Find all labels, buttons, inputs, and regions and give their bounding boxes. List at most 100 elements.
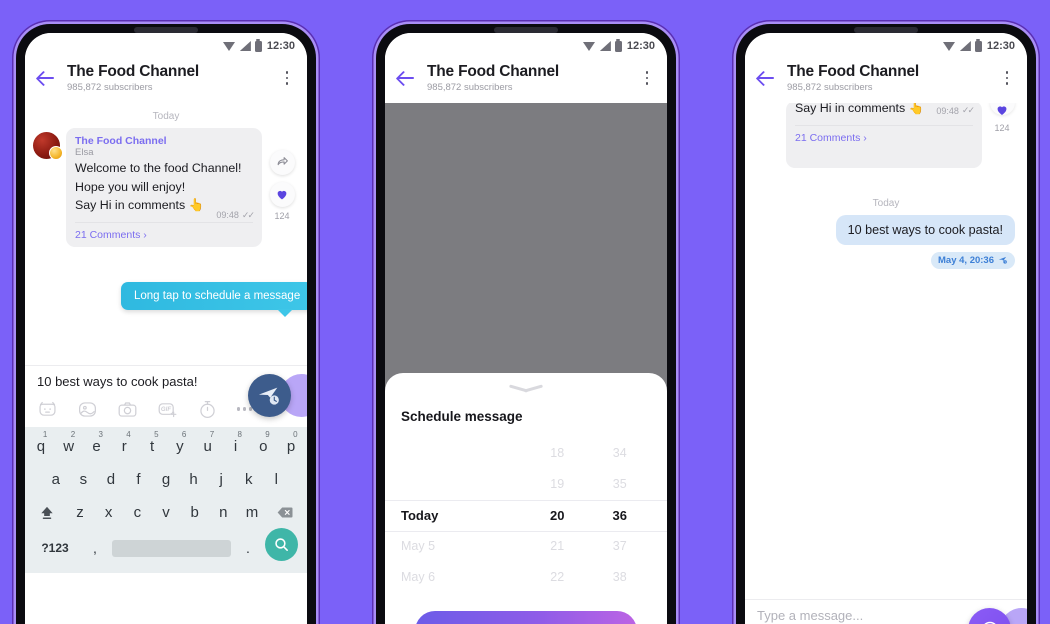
key-w[interactable]: 2w	[56, 430, 82, 459]
message-input-bar: 10 best ways to cook pasta! GIF	[25, 365, 307, 427]
heart-count: 124	[274, 211, 290, 221]
picker-minute-34[interactable]: 34	[589, 438, 652, 469]
symbols-key[interactable]: ?123	[32, 541, 78, 555]
picker-column-hour[interactable]: 18 19 20 21 22	[526, 438, 589, 593]
key-t[interactable]: 5t	[139, 430, 165, 459]
bubble-channel-name: The Food Channel	[75, 135, 167, 147]
phone-notch	[494, 27, 558, 33]
backspace-key-icon[interactable]	[267, 499, 302, 525]
gif-icon[interactable]: GIF	[157, 399, 178, 420]
app-header: The Food Channel 985,872 subscribers	[745, 59, 1027, 103]
picker-hour-20[interactable]: 20	[526, 500, 589, 531]
send-with-clock-icon[interactable]	[248, 374, 291, 417]
picker-hour-18[interactable]: 18	[526, 438, 589, 469]
phone-2-screen: 12:30 The Food Channel 985,872 subscribe…	[385, 33, 667, 624]
phone-notch	[854, 27, 918, 33]
key-m[interactable]: m	[239, 499, 266, 525]
key-number-8: 8	[237, 430, 242, 439]
key-v[interactable]: v	[153, 499, 180, 525]
back-arrow-icon[interactable]	[395, 67, 417, 89]
picker-date-blank[interactable]	[401, 438, 526, 469]
date-time-picker[interactable]: Today May 5 May 6 18 19 20 21 22 34 35 36 37 38	[385, 438, 667, 611]
more-options-icon[interactable]	[237, 407, 253, 411]
camera-icon[interactable]	[117, 399, 138, 420]
key-o[interactable]: 9o	[250, 430, 276, 459]
picker-column-minute[interactable]: 34 35 36 37 38	[589, 438, 652, 593]
search-key-icon[interactable]	[265, 528, 298, 561]
key-n[interactable]: n	[210, 499, 237, 525]
key-s[interactable]: s	[71, 466, 97, 492]
key-a[interactable]: a	[43, 466, 69, 492]
comma-key[interactable]: ,	[78, 540, 112, 556]
key-e[interactable]: 3e	[84, 430, 110, 459]
chat-body: Say Hi in comments 👆 09:48 ✓✓ 21 Comment…	[745, 103, 1027, 599]
key-i[interactable]: 8i	[223, 430, 249, 459]
key-h[interactable]: h	[181, 466, 207, 492]
keyboard-row-4: ?123 , .	[28, 528, 304, 561]
incoming-bubble[interactable]: The Food Channel Elsa Welcome to the foo…	[66, 128, 262, 247]
picker-hour-21[interactable]: 21	[526, 531, 589, 562]
confirm-schedule-button[interactable]: Send today, 20:36	[415, 611, 637, 624]
bubble-text-line-2: Hope you will enjoy!	[75, 179, 186, 194]
incoming-bubble[interactable]: Say Hi in comments 👆 09:48 ✓✓ 21 Comment…	[786, 103, 982, 168]
picker-hour-22[interactable]: 22	[526, 562, 589, 593]
key-u[interactable]: 7u	[195, 430, 221, 459]
share-arrow-icon[interactable]	[269, 150, 295, 175]
key-q[interactable]: 1q	[28, 430, 54, 459]
key-z[interactable]: z	[67, 499, 94, 525]
heart-icon[interactable]	[989, 103, 1015, 115]
space-key[interactable]	[112, 535, 231, 561]
message-row-incoming-clipped: Say Hi in comments 👆 09:48 ✓✓ 21 Comment…	[745, 103, 1027, 168]
kebab-menu-icon[interactable]	[279, 69, 295, 87]
key-p[interactable]: 0p	[278, 430, 304, 459]
picker-date-Today[interactable]: Today	[401, 500, 526, 531]
period-key[interactable]: .	[231, 540, 265, 556]
key-l[interactable]: l	[263, 466, 289, 492]
kebab-menu-icon[interactable]	[999, 69, 1015, 87]
picker-hour-19[interactable]: 19	[526, 469, 589, 500]
page-title: The Food Channel	[427, 63, 559, 80]
screenshot-stage: 12:30 The Food Channel 985,872 subscribe…	[0, 0, 1050, 624]
key-b[interactable]: b	[181, 499, 208, 525]
picker-minute-35[interactable]: 35	[589, 469, 652, 500]
picker-minute-37[interactable]: 37	[589, 531, 652, 562]
outgoing-bubble[interactable]: 10 best ways to cook pasta!	[835, 214, 1015, 245]
picker-column-date[interactable]: Today May 5 May 6	[401, 438, 526, 593]
back-arrow-icon[interactable]	[755, 67, 777, 89]
key-y[interactable]: 6y	[167, 430, 193, 459]
picker-columns: Today May 5 May 6 18 19 20 21 22 34 35 36 37 38	[401, 438, 651, 593]
sticker-icon[interactable]	[37, 399, 58, 420]
picker-date-May 5[interactable]: May 5	[401, 531, 526, 562]
day-divider: Today	[872, 197, 900, 209]
key-d[interactable]: d	[98, 466, 124, 492]
chat-body: Today The Food Channel Elsa Welcome to t…	[25, 103, 307, 365]
keyboard-row-2: asdfghjkl	[28, 466, 304, 492]
key-c[interactable]: c	[124, 499, 151, 525]
comments-link[interactable]: 21 Comments ›	[795, 124, 973, 144]
key-number-2: 2	[70, 430, 76, 439]
key-number-1: 1	[42, 430, 48, 439]
status-icons	[222, 38, 262, 52]
key-g[interactable]: g	[153, 466, 179, 492]
timer-icon[interactable]	[197, 399, 218, 420]
heart-icon[interactable]	[269, 182, 295, 207]
picker-minute-38[interactable]: 38	[589, 562, 652, 593]
key-k[interactable]: k	[236, 466, 262, 492]
picker-date-May 6[interactable]: May 6	[401, 562, 526, 593]
status-bar: 12:30	[385, 33, 667, 59]
image-icon[interactable]	[77, 399, 98, 420]
read-receipt-icon: ✓✓	[241, 209, 255, 220]
status-bar: 12:30	[25, 33, 307, 59]
collapse-chevron-icon[interactable]	[509, 383, 543, 397]
key-r[interactable]: 4r	[111, 430, 137, 459]
key-j[interactable]: j	[208, 466, 234, 492]
key-f[interactable]: f	[126, 466, 152, 492]
kebab-menu-icon[interactable]	[639, 69, 655, 87]
key-number-6: 6	[181, 430, 187, 439]
picker-date-blank[interactable]	[401, 469, 526, 500]
comments-link[interactable]: 21 Comments ›	[75, 221, 253, 241]
back-arrow-icon[interactable]	[35, 67, 57, 89]
picker-minute-36[interactable]: 36	[589, 500, 652, 531]
shift-key-icon[interactable]	[30, 499, 65, 525]
key-x[interactable]: x	[95, 499, 122, 525]
